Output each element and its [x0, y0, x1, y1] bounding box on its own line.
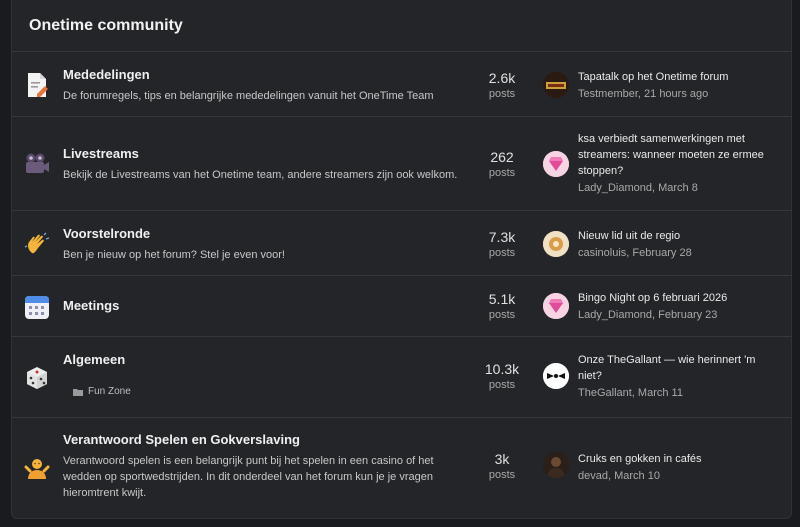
forum-description: Ben je nieuw op het forum? Stel je even … [63, 249, 285, 261]
forum-stats: 5.1k posts [471, 291, 533, 321]
latest-post-meta[interactable]: casinoluis, February 28 [578, 245, 778, 261]
forum-panel: Onetime community Mededelingen De forumr… [11, 0, 792, 519]
latest-post: Tapatalk op het Onetime forum Testmember… [578, 69, 778, 102]
folder-icon [73, 388, 83, 396]
video-camera-icon [24, 151, 50, 177]
person-shrugging-icon [24, 455, 50, 481]
forum-stats: 262 posts [471, 149, 533, 179]
latest-post-title[interactable]: Cruks en gokken in cafés [578, 451, 778, 467]
document-pencil-icon [24, 72, 50, 98]
dice-icon [24, 365, 50, 391]
forum-row-voorstelronde: Voorstelronde Ben je nieuw op het forum?… [12, 211, 791, 276]
subforum-label: Fun Zone [88, 386, 131, 397]
latest-post-meta[interactable]: Lady_Diamond, March 8 [578, 180, 778, 196]
forum-title[interactable]: Meetings [63, 298, 119, 313]
latest-post-title[interactable]: Onze TheGallant — wie herinnert 'm niet? [578, 352, 778, 384]
forum-row-verantwoord-spelen: Verantwoord Spelen en Gokverslaving Vera… [12, 418, 791, 517]
forum-title[interactable]: Livestreams [63, 146, 139, 161]
forum-title[interactable]: Verantwoord Spelen en Gokverslaving [63, 432, 300, 447]
latest-post: ksa verbiedt samenwerkingen met streamer… [578, 131, 778, 196]
forum-row-livestreams: Livestreams Bekijk de Livestreams van he… [12, 117, 791, 211]
latest-post: Cruks en gokken in cafés devad, March 10 [578, 451, 778, 484]
forum-description: Verantwoord spelen is een belangrijk pun… [63, 455, 434, 499]
post-count: 5.1k [488, 291, 516, 307]
latest-post: Bingo Night op 6 februari 2026 Lady_Diam… [578, 290, 778, 323]
latest-post-title[interactable]: ksa verbiedt samenwerkingen met streamer… [578, 131, 778, 179]
latest-post-title[interactable]: Tapatalk op het Onetime forum [578, 69, 778, 85]
forum-title[interactable]: Algemeen [63, 352, 125, 367]
forum-stats: 10.3k posts [471, 361, 533, 391]
avatar[interactable] [543, 72, 569, 98]
avatar[interactable] [543, 151, 569, 177]
post-count-label: posts [488, 247, 516, 259]
post-count: 10.3k [484, 361, 520, 377]
avatar[interactable] [543, 293, 569, 319]
subforum-link[interactable]: Fun Zone [73, 386, 131, 397]
post-count-label: posts [488, 167, 516, 179]
post-count: 2.6k [488, 70, 516, 86]
forum-row-mededelingen: Mededelingen De forumregels, tips en bel… [12, 52, 791, 117]
forum-stats: 7.3k posts [471, 229, 533, 259]
post-count-label: posts [488, 469, 516, 481]
forum-description: De forumregels, tips en belangrijke mede… [63, 90, 434, 102]
post-count: 262 [490, 149, 514, 165]
latest-post-title[interactable]: Bingo Night op 6 februari 2026 [578, 290, 778, 306]
forum-stats: 3k posts [471, 451, 533, 481]
panel-header: Onetime community [12, 0, 791, 52]
forum-row-meetings: Meetings 5.1k posts Bingo Night op 6 feb… [12, 276, 791, 337]
forum-row-algemeen: Algemeen Fun Zone 10.3k posts Onze TheGa… [12, 337, 791, 418]
page-title: Onetime community [29, 17, 183, 34]
latest-post: Onze TheGallant — wie herinnert 'm niet?… [578, 352, 778, 401]
post-count-label: posts [488, 309, 516, 321]
avatar[interactable] [543, 363, 569, 389]
avatar[interactable] [543, 231, 569, 257]
forum-stats: 2.6k posts [471, 70, 533, 100]
post-count: 3k [494, 451, 510, 467]
latest-post-meta[interactable]: Lady_Diamond, February 23 [578, 307, 778, 323]
forum-title[interactable]: Voorstelronde [63, 226, 150, 241]
latest-post: Nieuw lid uit de regio casinoluis, Febru… [578, 228, 778, 261]
forum-description: Bekijk de Livestreams van het Onetime te… [63, 169, 458, 181]
post-count-label: posts [488, 379, 516, 391]
calendar-icon [24, 294, 50, 320]
forum-title[interactable]: Mededelingen [63, 67, 150, 82]
latest-post-meta[interactable]: TheGallant, March 11 [578, 385, 778, 401]
waving-hand-icon [24, 231, 50, 257]
latest-post-title[interactable]: Nieuw lid uit de regio [578, 228, 778, 244]
post-count-label: posts [488, 88, 516, 100]
latest-post-meta[interactable]: devad, March 10 [578, 468, 778, 484]
latest-post-meta[interactable]: Testmember, 21 hours ago [578, 86, 778, 102]
avatar[interactable] [543, 452, 569, 478]
post-count: 7.3k [488, 229, 516, 245]
